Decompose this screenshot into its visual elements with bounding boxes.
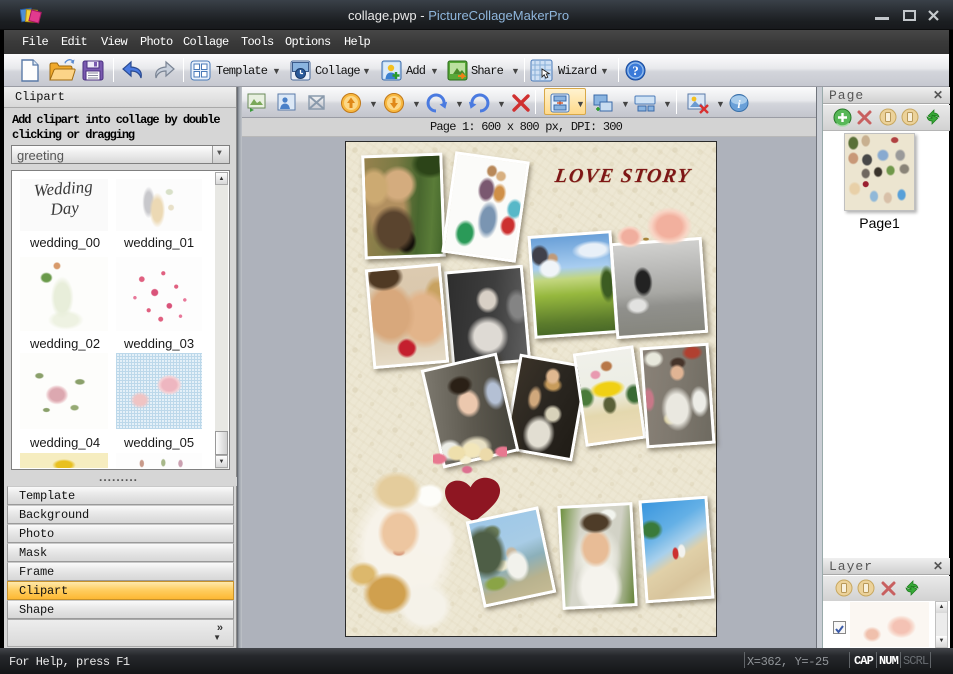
svg-text:?: ? — [632, 63, 639, 78]
